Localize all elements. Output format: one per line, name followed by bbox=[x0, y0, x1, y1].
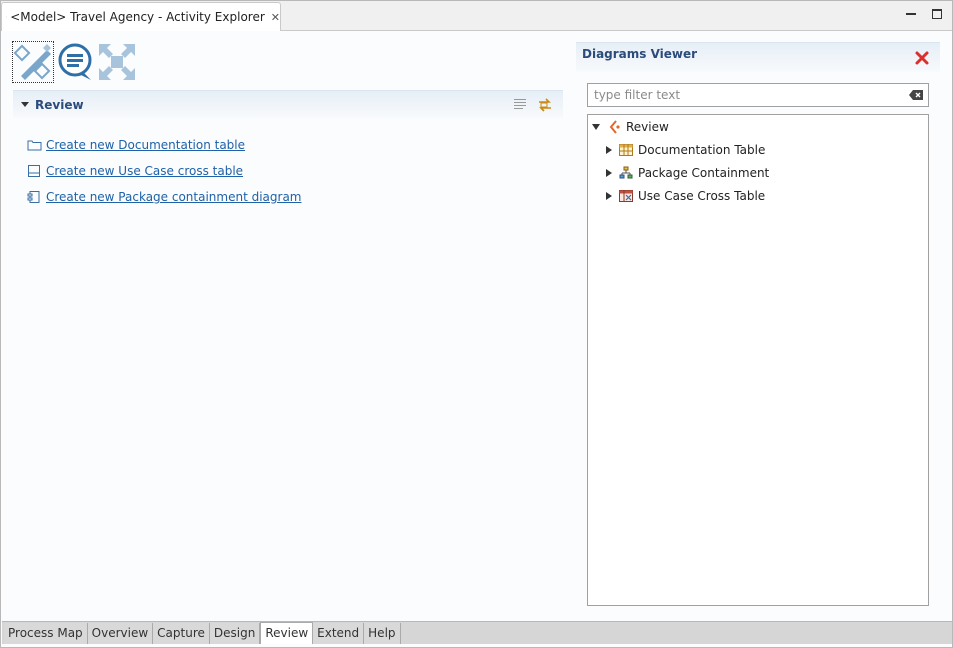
collapse-triangle-icon[interactable] bbox=[21, 102, 29, 107]
collapsed-triangle-icon[interactable] bbox=[606, 146, 612, 154]
tab-extend[interactable]: Extend bbox=[313, 623, 365, 644]
tree-node-review[interactable]: Review bbox=[592, 117, 669, 137]
expand-arrows-icon bbox=[99, 44, 135, 80]
review-node-icon bbox=[606, 119, 622, 135]
diagrams-viewer-panel: Diagrams Viewer Review bbox=[576, 42, 940, 608]
expanded-triangle-icon[interactable] bbox=[592, 124, 600, 130]
tab-capture[interactable]: Capture bbox=[153, 623, 210, 644]
tab-design[interactable]: Design bbox=[209, 623, 261, 644]
diagrams-viewer-header: Diagrams Viewer bbox=[576, 42, 940, 72]
create-use-case-cross-table-link[interactable]: Create new Use Case cross table bbox=[46, 164, 243, 178]
activity-explorer-window: <Model> Travel Agency - Activity Explore… bbox=[0, 0, 953, 648]
tab-overview[interactable]: Overview bbox=[87, 623, 154, 644]
editor-tab-title: <Model> Travel Agency - Activity Explore… bbox=[10, 10, 265, 24]
review-section-title: Review bbox=[35, 97, 84, 112]
review-section-header[interactable]: Review bbox=[13, 90, 563, 118]
editor-tab[interactable]: <Model> Travel Agency - Activity Explore… bbox=[1, 2, 281, 31]
cross-table-icon bbox=[618, 188, 634, 204]
diagrams-viewer-title: Diagrams Viewer bbox=[582, 47, 698, 61]
tree-node-label: Use Case Cross Table bbox=[638, 189, 766, 203]
description-lines-icon[interactable] bbox=[513, 97, 527, 111]
tree-node-label: Review bbox=[626, 120, 669, 134]
folder-outline-icon bbox=[26, 137, 42, 153]
tab-help[interactable]: Help bbox=[364, 623, 401, 644]
package-diagram-icon bbox=[26, 189, 42, 205]
activity-pane: Review Create new Documentation table Cr… bbox=[2, 32, 572, 620]
discussion-button[interactable] bbox=[54, 41, 96, 83]
create-package-containment-diagram-link[interactable]: Create new Package containment diagram bbox=[46, 190, 302, 204]
review-pencil-icon bbox=[13, 44, 51, 80]
maximize-icon[interactable] bbox=[930, 7, 944, 21]
tab-process-map[interactable]: Process Map bbox=[4, 623, 88, 644]
filter-field bbox=[587, 83, 929, 107]
close-tab-icon[interactable]: ✕ bbox=[271, 11, 280, 24]
review-activity-button[interactable] bbox=[12, 41, 54, 83]
activity-toolbar bbox=[12, 41, 138, 83]
link-row: Create new Use Case cross table bbox=[26, 158, 302, 184]
hierarchy-icon bbox=[618, 165, 634, 181]
tree-node-label: Package Containment bbox=[638, 166, 770, 180]
table-outline-icon bbox=[26, 163, 42, 179]
tree-node-label: Documentation Table bbox=[638, 143, 766, 157]
collapsed-triangle-icon[interactable] bbox=[606, 169, 612, 177]
filter-input[interactable] bbox=[592, 87, 892, 103]
sync-arrows-icon[interactable] bbox=[537, 97, 553, 113]
tree-node-use-case-cross-table[interactable]: Use Case Cross Table bbox=[606, 186, 765, 206]
editor-tab-bar: <Model> Travel Agency - Activity Explore… bbox=[1, 1, 952, 31]
review-links: Create new Documentation table Create ne… bbox=[26, 132, 302, 210]
diagrams-tree: Review Documentation Table Package Conta… bbox=[587, 114, 929, 606]
activity-explorer-icon bbox=[6, 16, 8, 18]
tree-node-documentation-table[interactable]: Documentation Table bbox=[606, 140, 765, 160]
link-row: Create new Documentation table bbox=[26, 132, 302, 158]
tree-node-package-containment[interactable]: Package Containment bbox=[606, 163, 769, 183]
tab-review[interactable]: Review bbox=[260, 622, 314, 644]
activity-page-tabs: Process Map Overview Capture Design Revi… bbox=[2, 621, 952, 644]
speech-bubble-icon bbox=[58, 43, 92, 80]
collapsed-triangle-icon[interactable] bbox=[606, 192, 612, 200]
window-controls bbox=[904, 7, 944, 21]
create-documentation-table-link[interactable]: Create new Documentation table bbox=[46, 138, 245, 152]
table-icon bbox=[618, 142, 634, 158]
expand-button[interactable] bbox=[96, 41, 138, 83]
link-row: Create new Package containment diagram bbox=[26, 184, 302, 210]
close-red-x-icon[interactable] bbox=[914, 50, 930, 66]
section-tools bbox=[513, 97, 553, 113]
minimize-icon[interactable] bbox=[904, 7, 918, 21]
clear-filter-icon[interactable] bbox=[908, 89, 924, 101]
